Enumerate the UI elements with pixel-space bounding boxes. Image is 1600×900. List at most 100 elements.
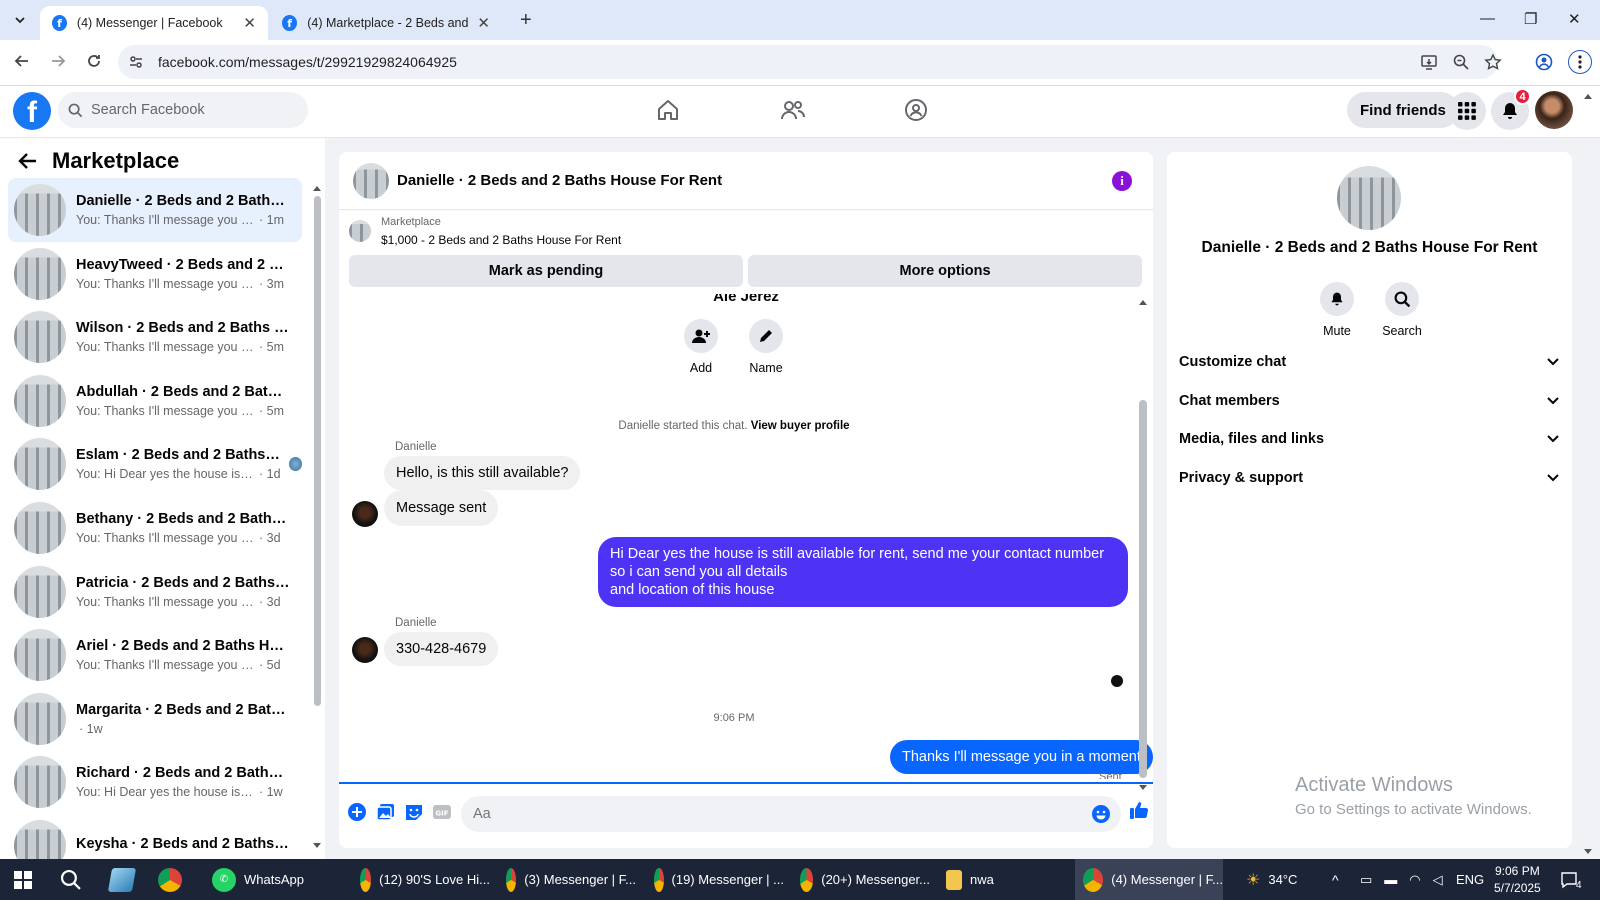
account-avatar[interactable] (1535, 91, 1573, 129)
zoom-icon[interactable] (1452, 53, 1470, 71)
install-app-icon[interactable] (1420, 53, 1438, 71)
bookmark-star-icon[interactable] (1484, 53, 1502, 71)
taskbar-item[interactable]: (3) Messenger | F... (498, 859, 636, 900)
more-actions-button[interactable] (347, 802, 367, 822)
arrow-left-icon[interactable] (18, 152, 38, 170)
weather-widget[interactable]: ☀ 34°C (1246, 859, 1297, 900)
clock[interactable]: 9:06 PM 5/7/2025 (1494, 859, 1541, 900)
scroll-up-icon[interactable] (312, 184, 322, 192)
facebook-search[interactable] (58, 92, 308, 128)
minimize-button[interactable]: — (1480, 10, 1495, 27)
start-button[interactable] (14, 859, 32, 900)
more-options-button[interactable]: More options (748, 255, 1142, 287)
chrome-icon (800, 867, 814, 892)
taskbar-item[interactable]: (20+) Messenger... (792, 859, 930, 900)
taskbar-item[interactable]: nwa (938, 859, 1058, 900)
sticker-button[interactable] (404, 802, 424, 822)
site-settings-icon[interactable] (128, 54, 144, 70)
mark-pending-button[interactable]: Mark as pending (349, 255, 743, 287)
nav-home[interactable] (656, 98, 680, 122)
details-section-media-files-and-links[interactable]: Media, files and links (1179, 420, 1559, 458)
conversation-text: Danielle · 2 Beds and 2 Baths H... You: T… (76, 193, 291, 227)
notification-center[interactable]: 4 (1560, 859, 1582, 900)
nav-friends[interactable] (780, 98, 806, 122)
language-indicator[interactable]: ENG (1456, 859, 1484, 900)
name-button[interactable]: Name (736, 319, 796, 375)
taskbar-item[interactable]: ✆ WhatsApp (204, 859, 334, 900)
scroll-down-icon[interactable] (312, 842, 322, 850)
taskbar-item[interactable]: (4) Messenger | F... (1075, 859, 1223, 900)
contact-avatar[interactable] (1337, 166, 1401, 230)
conversation-item[interactable]: Eslam · 2 Beds and 2 Baths H... You: Hi D… (8, 432, 302, 496)
taskbar-app-chrome[interactable] (158, 859, 190, 900)
close-icon[interactable]: ✕ (243, 14, 256, 32)
message-input[interactable] (473, 806, 1073, 822)
info-icon[interactable]: i (1112, 171, 1132, 191)
message-input-box[interactable] (461, 796, 1121, 832)
tab-marketplace[interactable]: f (4) Marketplace - 2 Beds and 2 Baths ✕ (270, 6, 502, 40)
conversation-item[interactable]: Danielle · 2 Beds and 2 Baths H... You: T… (8, 178, 302, 242)
taskbar-item[interactable]: (19) Messenger | ... (646, 859, 784, 900)
show-hidden-icons[interactable]: ^ (1332, 859, 1339, 900)
conversation-item[interactable]: Margarita · 2 Beds and 2 Baths ... · 1w (8, 687, 302, 751)
tab-messenger[interactable]: f (4) Messenger | Facebook ✕ (40, 6, 268, 40)
tab-search-button[interactable] (8, 8, 32, 32)
nav-groups[interactable] (904, 98, 928, 122)
details-section-customize-chat[interactable]: Customize chat (1179, 343, 1559, 381)
close-window-button[interactable]: ✕ (1568, 10, 1581, 28)
details-section-chat-members[interactable]: Chat members (1179, 382, 1559, 420)
conversation-item[interactable]: Abdullah · 2 Beds and 2 Baths H... You: T… (8, 369, 302, 433)
message-bubble[interactable]: 330-428-4679 (384, 632, 499, 666)
message-bubble[interactable]: Message sent (384, 490, 499, 526)
taskbar-app-files[interactable] (107, 859, 142, 900)
listing-title: $1,000 - 2 Beds and 2 Baths House For Re… (381, 233, 622, 247)
new-tab-button[interactable]: + (520, 9, 532, 32)
url-box[interactable]: facebook.com/messages/t/2992192982406492… (118, 45, 1498, 79)
maximize-button[interactable]: ❐ (1524, 10, 1537, 28)
attach-photo-button[interactable] (376, 802, 396, 822)
search-input[interactable] (91, 102, 291, 118)
search-in-chat-button[interactable]: Search (1372, 282, 1432, 338)
conversation-preview: You: Thanks I'll message you in a ... (76, 340, 256, 355)
sender-avatar[interactable] (352, 637, 378, 663)
scrollbar-thumb[interactable] (314, 196, 321, 706)
chat-title[interactable]: Danielle · 2 Beds and 2 Baths House For … (397, 172, 722, 189)
scroll-up-icon[interactable] (1138, 298, 1148, 306)
facebook-logo[interactable]: f (13, 92, 51, 130)
conversation-item[interactable]: Wilson · 2 Beds and 2 Baths Ho... You: Th… (8, 305, 302, 369)
conversation-item[interactable]: HeavyTweed · 2 Beds and 2 Bat... You: Tha… (8, 242, 302, 306)
page-scroll-down-icon[interactable] (1583, 848, 1593, 856)
details-section-privacy-support[interactable]: Privacy & support (1179, 459, 1559, 497)
conversation-item[interactable]: Ariel · 2 Beds and 2 Baths Hous... You: T… (8, 623, 302, 687)
emoji-icon[interactable] (1091, 804, 1111, 824)
taskbar-item[interactable]: (12) 90'S Love Hi... (352, 859, 490, 900)
mute-button[interactable]: Mute (1307, 282, 1367, 338)
message-bubble-outgoing[interactable]: Hi Dear yes the house is still available… (598, 537, 1128, 607)
system-tray-icons[interactable]: ▭ ▬ ◠ ◁ (1360, 859, 1443, 900)
add-people-button[interactable]: Add (671, 319, 731, 375)
close-icon[interactable]: ✕ (477, 14, 490, 32)
gif-button[interactable]: GIF (432, 802, 452, 822)
svg-text:GIF: GIF (435, 810, 448, 818)
menu-button[interactable] (1448, 92, 1486, 130)
taskbar-search-button[interactable] (60, 859, 82, 900)
forward-button[interactable] (50, 53, 66, 69)
chat-scrollbar-thumb[interactable] (1139, 400, 1147, 778)
conversation-item[interactable]: Bethany · 2 Beds and 2 Baths H... You: Th… (8, 496, 302, 560)
view-buyer-profile-link[interactable]: View buyer profile (751, 420, 850, 432)
like-button[interactable] (1129, 800, 1149, 820)
chat-avatar[interactable] (353, 163, 389, 199)
conversation-item[interactable]: Richard · 2 Beds and 2 Baths Ho... You: H… (8, 750, 302, 814)
message-bubble-outgoing[interactable]: Thanks I'll message you in a moment (890, 740, 1153, 774)
profile-icon[interactable] (1535, 53, 1553, 71)
back-button[interactable] (14, 53, 30, 69)
conversation-item[interactable]: Patricia · 2 Beds and 2 Baths Ho... You: … (8, 560, 302, 624)
message-bubble[interactable]: Hello, is this still available? (384, 456, 581, 490)
reload-button[interactable] (86, 53, 102, 69)
chrome-icon (360, 867, 372, 892)
find-friends-button[interactable]: Find friends (1347, 92, 1459, 128)
menu-kebab-icon[interactable] (1568, 50, 1592, 74)
page-scroll-up-icon[interactable] (1583, 92, 1593, 100)
conversation-text: Eslam · 2 Beds and 2 Baths H... You: Hi D… (76, 447, 283, 481)
sender-avatar[interactable] (352, 501, 378, 527)
